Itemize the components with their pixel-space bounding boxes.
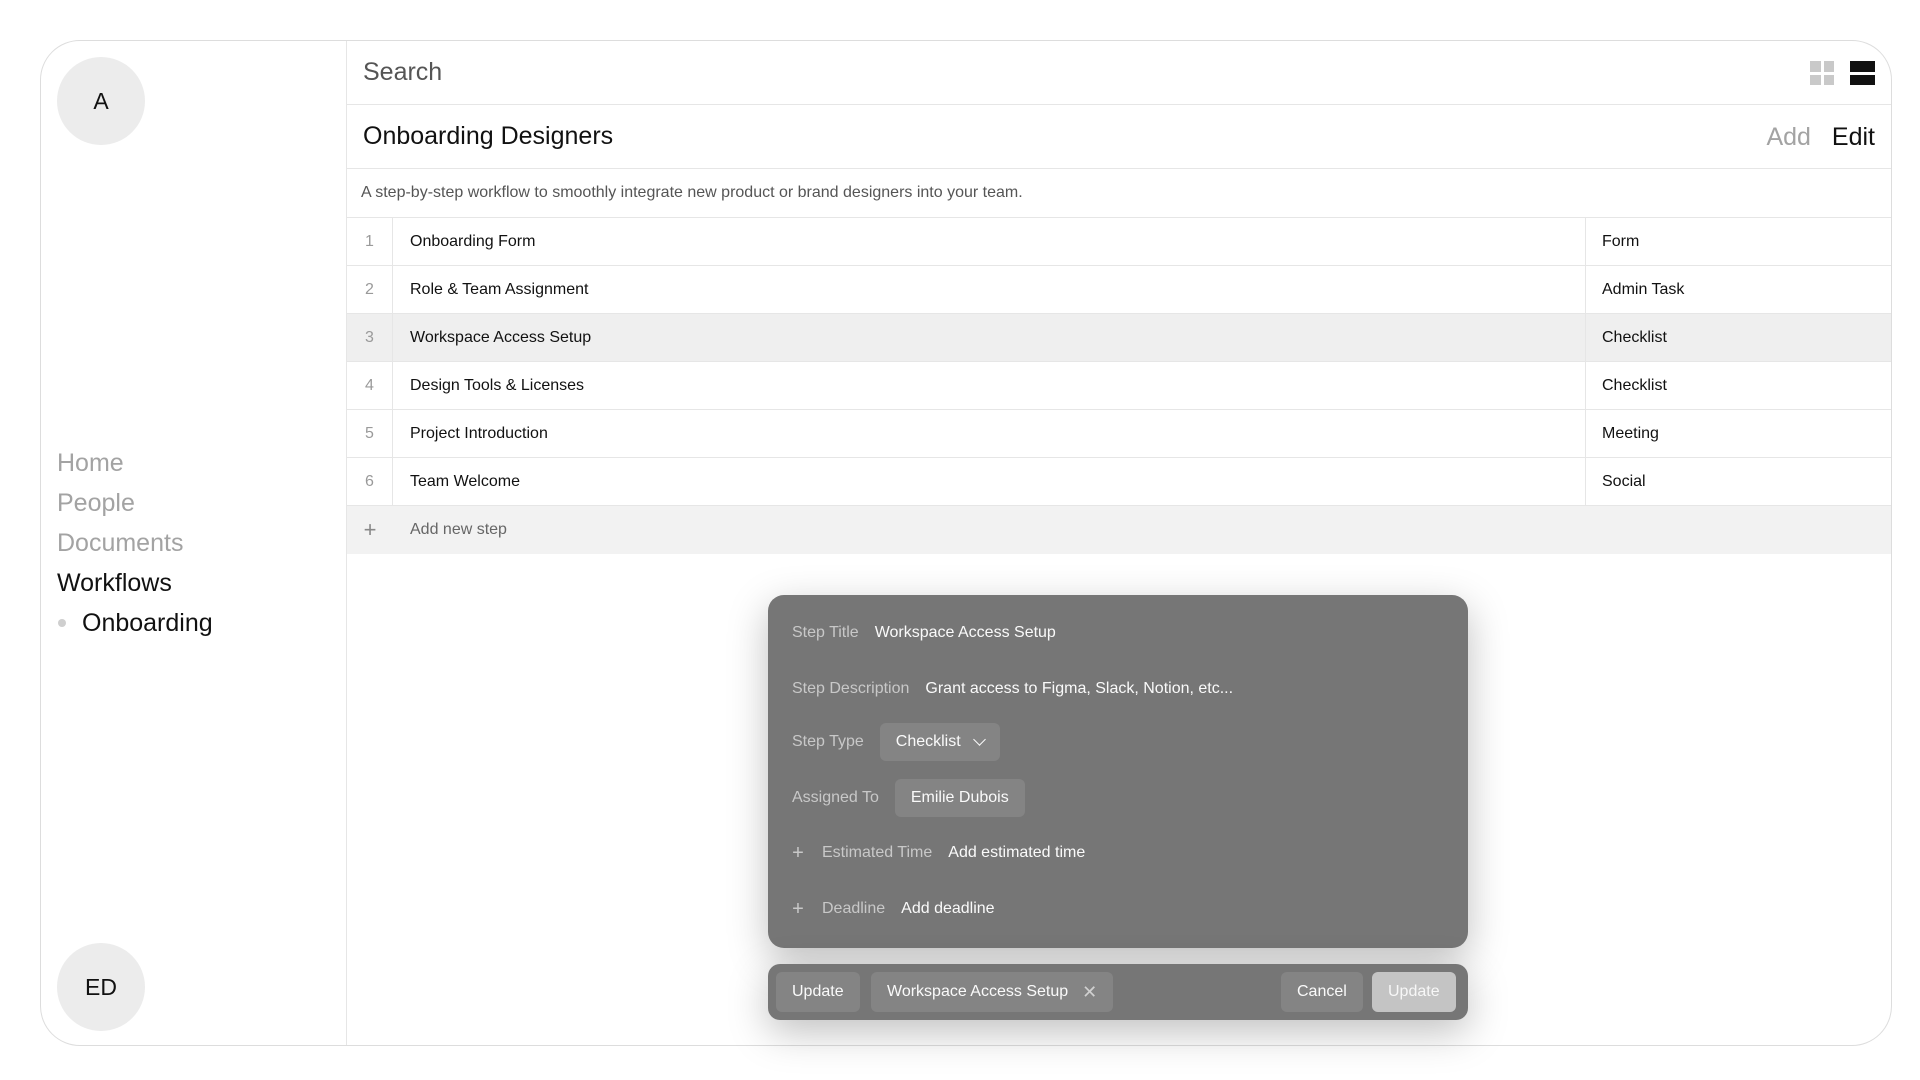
update-button[interactable]: Update: [1372, 972, 1456, 1012]
page-title: Onboarding Designers: [363, 122, 614, 150]
step-name: Workspace Access Setup: [410, 328, 592, 346]
view-toggle: [1810, 61, 1875, 85]
bullet-dot-icon: [58, 619, 66, 627]
estimated-time-field[interactable]: + Estimated Time Add estimated time: [792, 835, 1085, 871]
assignee-name: Emilie Dubois: [910, 789, 1009, 806]
add-button[interactable]: Add: [1766, 123, 1810, 151]
step-name: Onboarding Form: [410, 232, 536, 250]
step-number: 5: [347, 410, 393, 457]
table-row[interactable]: 2 Role & Team Assignment Admin Task: [347, 266, 1891, 314]
cancel-button[interactable]: Cancel: [1281, 972, 1363, 1012]
sidebar-nav: Home People Documents Workflows Onboardi…: [57, 443, 213, 643]
sidebar-subitem-label: Onboarding: [82, 609, 213, 637]
table-row[interactable]: 6 Team Welcome Social: [347, 458, 1891, 506]
step-description-label: Step Description: [792, 680, 910, 697]
sidebar-item-workflows[interactable]: Workflows: [57, 563, 213, 603]
table-row[interactable]: 5 Project Introduction Meeting: [347, 410, 1891, 458]
assignee-chip[interactable]: Emilie Dubois: [894, 779, 1025, 817]
step-number: 1: [347, 218, 393, 265]
step-description-input[interactable]: Grant access to Figma, Slack, Notion, et…: [925, 680, 1233, 698]
table-row-selected[interactable]: 3 Workspace Access Setup Checklist: [347, 314, 1891, 362]
step-number: 3: [347, 314, 393, 361]
step-type: Form: [1585, 218, 1891, 265]
plus-icon: +: [363, 517, 377, 542]
step-name: Design Tools & Licenses: [410, 376, 585, 394]
sidebar-item-people[interactable]: People: [57, 483, 213, 523]
action-bar: Update Workspace Access Setup ✕ Cancel U…: [768, 964, 1468, 1020]
workspace-avatar[interactable]: A: [57, 57, 145, 145]
step-description-field: Step Description Grant access to Figma, …: [792, 671, 1233, 707]
add-step-row[interactable]: + Add new step: [347, 506, 1891, 554]
step-number: 4: [347, 362, 393, 409]
edit-button[interactable]: Edit: [1832, 123, 1875, 151]
chevron-down-icon: [972, 733, 986, 746]
update-mode-button[interactable]: Update: [776, 972, 860, 1012]
step-type: Meeting: [1585, 410, 1891, 457]
step-number: 6: [347, 458, 393, 505]
step-number: 2: [347, 266, 393, 313]
step-title-input[interactable]: Workspace Access Setup: [875, 624, 1056, 642]
plus-icon: +: [792, 897, 804, 920]
close-icon[interactable]: ✕: [1082, 982, 1097, 1003]
steps-table: 1 Onboarding Form Form 2 Role & Team Ass…: [347, 218, 1891, 554]
step-type: Checklist: [1585, 314, 1891, 361]
step-type: Social: [1585, 458, 1891, 505]
deadline-label: Deadline: [822, 900, 886, 917]
add-step-label: Add new step: [410, 521, 507, 538]
step-name: Role & Team Assignment: [410, 280, 589, 298]
grid-view-icon[interactable]: [1810, 61, 1834, 85]
search-input[interactable]: Search: [363, 58, 442, 87]
estimated-time-label: Estimated Time: [822, 844, 933, 861]
step-name: Project Introduction: [410, 424, 548, 442]
step-type-select[interactable]: Checklist: [879, 723, 1000, 761]
table-row[interactable]: 1 Onboarding Form Form: [347, 218, 1891, 266]
step-type: Admin Task: [1585, 266, 1891, 313]
step-edit-panel: Step Title Workspace Access Setup Step D…: [768, 595, 1468, 948]
estimated-time-input[interactable]: Add estimated time: [948, 844, 1085, 862]
sidebar: A Home People Documents Workflows Onboar…: [41, 41, 347, 1045]
step-title-label: Step Title: [792, 624, 859, 641]
selected-step-tag-label: Workspace Access Setup: [887, 983, 1069, 1000]
plus-icon: +: [792, 841, 804, 864]
step-name: Team Welcome: [410, 472, 520, 490]
step-type-label: Step Type: [792, 733, 864, 750]
sidebar-subitem-onboarding[interactable]: Onboarding: [57, 603, 213, 643]
workflow-header: Onboarding Designers Add Edit: [347, 105, 1891, 169]
assigned-to-label: Assigned To: [792, 789, 879, 806]
step-title-field: Step Title Workspace Access Setup: [792, 615, 1056, 651]
sidebar-item-documents[interactable]: Documents: [57, 523, 213, 563]
assigned-to-field: Assigned To Emilie Dubois: [792, 779, 1025, 817]
deadline-field[interactable]: + Deadline Add deadline: [792, 891, 994, 927]
search-bar: Search: [347, 41, 1891, 105]
sidebar-item-home[interactable]: Home: [57, 443, 213, 483]
user-avatar[interactable]: ED: [57, 943, 145, 1031]
table-row[interactable]: 4 Design Tools & Licenses Checklist: [347, 362, 1891, 410]
deadline-input[interactable]: Add deadline: [901, 900, 994, 918]
step-type-value: Checklist: [895, 733, 961, 750]
workflow-description: A step-by-step workflow to smoothly inte…: [347, 169, 1891, 218]
header-actions: Add Edit: [1766, 123, 1875, 152]
selected-step-tag: Workspace Access Setup ✕: [871, 972, 1114, 1012]
list-view-icon[interactable]: [1850, 61, 1875, 85]
step-type-field: Step Type Checklist: [792, 723, 1000, 761]
step-type: Checklist: [1585, 362, 1891, 409]
